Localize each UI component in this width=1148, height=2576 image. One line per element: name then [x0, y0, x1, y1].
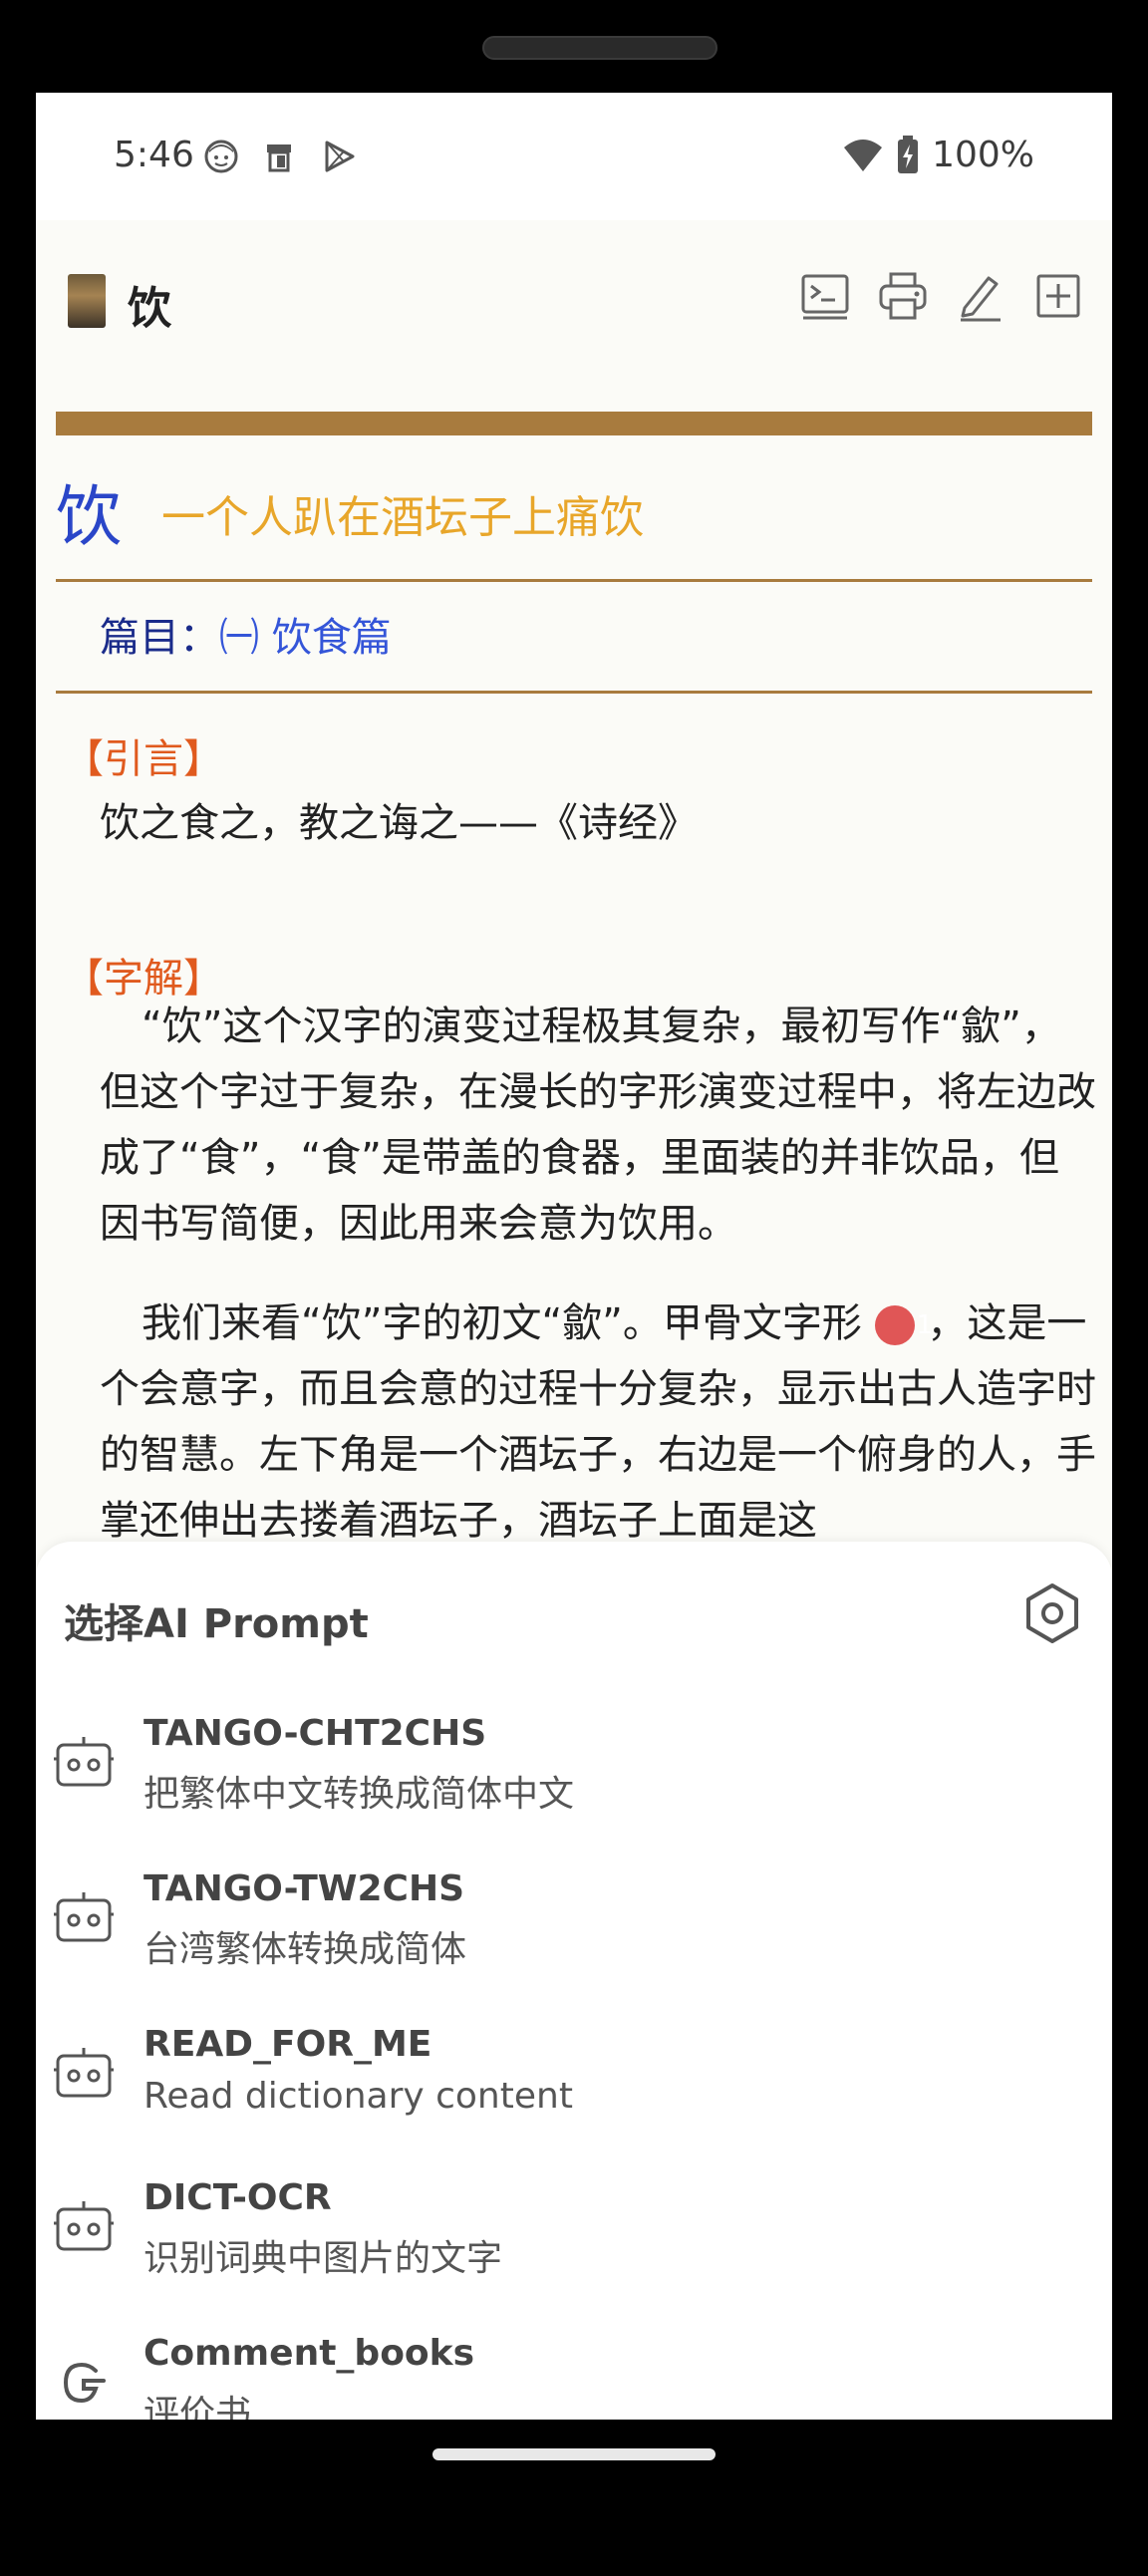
face-icon — [204, 140, 238, 173]
screen: 5:46 100% 饮 饮 一个人趴在酒坛子上痛饮 篇目：㈠ 饮食篇 【引言】 … — [36, 93, 1112, 2420]
status-bar: 5:46 100% — [36, 93, 1112, 220]
book-cover-thumbnail[interactable] — [68, 274, 106, 328]
robot-icon — [54, 2048, 114, 2098]
terminal-icon[interactable] — [799, 270, 851, 322]
paragraph: “饮”这个汉字的演变过程极其复杂，最初写作“歙”，但这个字过于复杂，在漫长的字形… — [100, 1003, 1096, 1247]
add-box-icon[interactable] — [1032, 270, 1084, 322]
chapter-line: 篇目：㈠ 饮食篇 — [100, 605, 392, 663]
wifi-icon — [844, 139, 883, 171]
chapter-label: 篇目： — [100, 615, 219, 661]
divider — [56, 691, 1092, 694]
home-gesture-bar[interactable] — [432, 2448, 716, 2460]
prompt-desc: 台湾繁体转换成简体 — [144, 1929, 467, 1970]
paragraph: 我们来看“饮”字的初文“歙”。甲骨文字形 1 ，这是一个会意字，而且会意的过程十… — [100, 1290, 1096, 1554]
headword-subtitle: 一个人趴在酒坛子上痛饮 — [161, 492, 644, 543]
prompt-desc: Read dictionary content — [144, 2076, 573, 2117]
prompt-item[interactable]: DICT-OCR 识别词典中图片的文字 — [36, 2163, 1112, 2319]
prompt-desc: 把繁体中文转换成简体中文 — [144, 1774, 575, 1815]
headword: 饮 — [56, 478, 122, 555]
battery-percent: 100% — [932, 135, 1034, 175]
quote-heading: 【引言】 — [64, 736, 223, 782]
robot-icon — [54, 2201, 114, 2251]
status-right: 100% — [842, 135, 1034, 175]
paragraph-text: 我们来看“饮”字的初文“歙”。甲骨文字形 — [142, 1300, 862, 1346]
prompt-name: TANGO-CHT2CHS — [144, 1713, 487, 1754]
prompt-desc: 识别词典中图片的文字 — [144, 2238, 503, 2279]
prompt-item[interactable]: TANGO-CHT2CHS 把繁体中文转换成简体中文 — [36, 1699, 1112, 1855]
robot-icon — [54, 1737, 114, 1787]
robot-icon — [54, 1892, 114, 1942]
divider — [56, 579, 1092, 582]
prompt-desc: 评价书 — [144, 2394, 252, 2420]
prompt-name: Comment_books — [144, 2333, 475, 2374]
page-title: 饮 — [128, 283, 171, 334]
earpiece-speaker — [482, 36, 718, 60]
prompt-item[interactable]: TANGO-TW2CHS 台湾繁体转换成简体 — [36, 1855, 1112, 2010]
google-icon — [63, 2362, 106, 2404]
footnote-badge[interactable]: 1 — [874, 1305, 933, 1345]
edit-icon[interactable] — [955, 270, 1006, 322]
ai-prompt-sheet: 选择AI Prompt TANGO-CHT2CHS 把繁体中文转换成简体中文 T… — [36, 1542, 1112, 2420]
print-icon[interactable] — [877, 270, 929, 322]
app-bar: 饮 — [36, 220, 1112, 390]
status-time: 5:46 — [114, 135, 194, 175]
prompt-item[interactable]: READ_FOR_ME Read dictionary content — [36, 2010, 1112, 2165]
header-divider — [56, 412, 1092, 435]
battery-charging-icon — [898, 135, 919, 173]
card-reader-icon — [267, 144, 291, 172]
prompt-item[interactable]: Comment_books 评价书 — [36, 2319, 1112, 2420]
hexagon-settings-icon[interactable] — [1020, 1581, 1084, 1645]
chapter-link[interactable]: ㈠ 饮食篇 — [219, 615, 392, 661]
prompt-name: READ_FOR_ME — [144, 2024, 432, 2065]
prompt-name: TANGO-TW2CHS — [144, 1868, 465, 1909]
device-frame: 5:46 100% 饮 饮 一个人趴在酒坛子上痛饮 篇目：㈠ 饮食篇 【引言】 … — [0, 0, 1148, 2576]
prompt-name: DICT-OCR — [144, 2177, 332, 2218]
play-store-icon — [325, 141, 355, 172]
quote-text: 饮之食之，教之诲之——《诗经》 — [100, 800, 698, 846]
sheet-title: 选择AI Prompt — [64, 1601, 369, 1647]
